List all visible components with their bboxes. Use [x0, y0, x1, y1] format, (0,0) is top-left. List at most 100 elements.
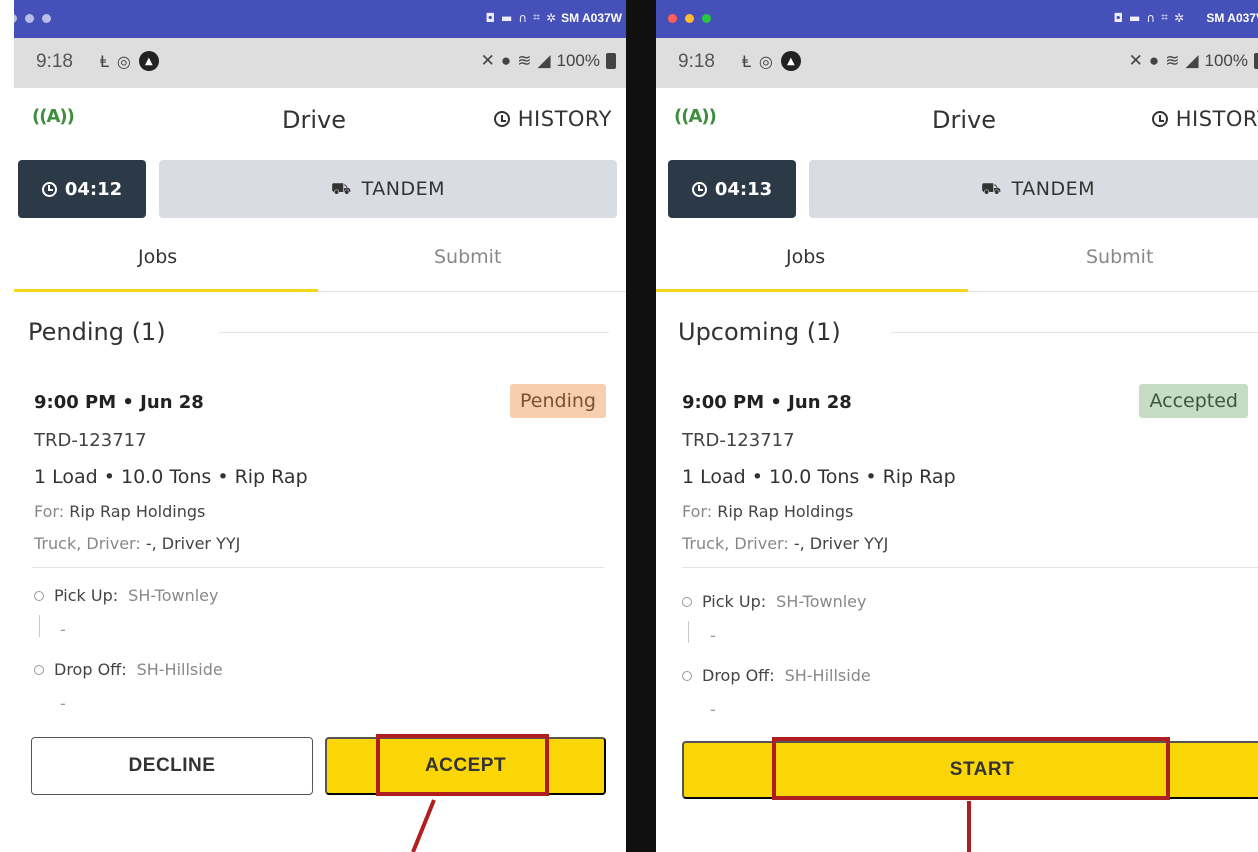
fullscreen-icon[interactable]: ⌗: [533, 10, 540, 25]
fullscreen-icon[interactable]: ⌗: [1161, 10, 1168, 25]
record-icon[interactable]: ▬: [501, 11, 512, 25]
job-time: 9:00 PM • Jun 28: [682, 392, 852, 413]
dropoff-detail: -: [60, 694, 66, 713]
route-connector: [39, 615, 40, 637]
window-dot[interactable]: [42, 14, 51, 23]
tab-bar: Jobs Submit: [14, 222, 626, 292]
tab-submit[interactable]: Submit: [1086, 246, 1153, 268]
window-controls: [668, 14, 711, 23]
timer-value: 04:13: [714, 178, 773, 200]
pickup-label: Pick Up:: [702, 592, 767, 611]
timer-value: 04:12: [64, 178, 123, 200]
truck-driver-value: -, Driver YYJ: [145, 534, 241, 553]
accept-highlight-box: [376, 734, 549, 796]
customer-value: Rip Rap Holdings: [717, 502, 854, 521]
active-tab-indicator: [656, 289, 968, 292]
customer-label: For:: [682, 502, 713, 521]
history-label: HISTORY: [1175, 107, 1258, 131]
camera-icon[interactable]: ◘: [486, 11, 496, 25]
job-summary: 1 Load • 10.0 Tons • Rip Rap: [682, 466, 956, 488]
pickup-detail: -: [710, 626, 716, 645]
job-divider: [32, 567, 604, 568]
window-maximize-dot[interactable]: [702, 14, 711, 23]
radio-antenna-icon[interactable]: ((A)): [674, 106, 717, 127]
mute-icon: ✕: [1128, 51, 1143, 70]
battery-icon: [606, 53, 616, 69]
android-status-bar: 9:18 Ⱡ ◎ ▲ ✕ ● ≋ ◢ 100%: [14, 38, 626, 88]
window-minimize-dot[interactable]: [685, 14, 694, 23]
dropoff-value: SH-Hillside: [136, 660, 223, 679]
pickup-stop: Pick Up: SH-Townley: [34, 586, 218, 605]
page-title: Drive: [932, 106, 996, 134]
right-phone-screen: ◘ ▬ ∩ ⌗ ✲ SM A037V 9:18 Ⱡ ◎ ▲ ✕ ● ≋ ◢ 10…: [656, 0, 1258, 852]
active-tab-indicator: [14, 289, 318, 292]
settings-icon[interactable]: ✲: [546, 11, 556, 25]
audio-icon[interactable]: ∩: [518, 11, 527, 25]
dropoff-detail: -: [710, 700, 716, 719]
status-system-icons: ✕ ● ≋ ◢ 100%: [1129, 51, 1258, 71]
camera-icon[interactable]: ◘: [1114, 11, 1124, 25]
dropoff-label: Drop Off:: [54, 660, 127, 679]
dropoff-stop: Drop Off: SH-Hillside: [34, 660, 223, 679]
status-badge: Pending: [510, 384, 606, 418]
radio-antenna-icon[interactable]: ((A)): [32, 106, 75, 127]
job-truck-driver: Truck, Driver: -, Driver YYJ: [34, 534, 240, 553]
tandem-button[interactable]: ⛟ TANDEM: [159, 160, 617, 218]
job-summary: 1 Load • 10.0 Tons • Rip Rap: [34, 466, 308, 488]
status-badge: Accepted: [1139, 384, 1248, 418]
battery-icon: [1254, 53, 1258, 69]
phone-activity-icon: Ⱡ: [742, 51, 751, 71]
status-time: 9:18: [36, 51, 73, 72]
customer-value: Rip Rap Holdings: [69, 502, 206, 521]
tandem-button[interactable]: ⛟ TANDEM: [809, 160, 1258, 218]
tab-bar: Jobs Submit: [656, 222, 1258, 292]
phone-activity-icon: Ⱡ: [100, 51, 109, 71]
app-notification-icon: ▲: [138, 51, 159, 71]
tab-jobs[interactable]: Jobs: [786, 246, 825, 268]
status-notification-icons: Ⱡ ◎ ▲: [742, 51, 801, 71]
emulator-toolbar: ◘ ▬ ∩ ⌗ ✲: [486, 10, 556, 25]
decline-button[interactable]: DECLINE: [31, 737, 313, 795]
job-customer: For: Rip Rap Holdings: [34, 502, 205, 521]
history-icon: [493, 111, 510, 127]
tab-jobs[interactable]: Jobs: [138, 246, 177, 268]
history-button[interactable]: HISTORY: [1151, 107, 1258, 131]
location-pin-icon: ●: [500, 51, 512, 70]
mute-icon: ✕: [480, 51, 495, 70]
customer-label: For:: [34, 502, 65, 521]
record-icon[interactable]: ▬: [1129, 11, 1140, 25]
timer-button[interactable]: 04:12: [18, 160, 146, 218]
history-label: HISTORY: [517, 107, 612, 131]
tab-submit[interactable]: Submit: [434, 246, 501, 268]
timer-button[interactable]: 04:13: [668, 160, 796, 218]
job-id: TRD-123717: [682, 430, 795, 451]
truck-driver-value: -, Driver YYJ: [793, 534, 889, 553]
pickup-value: SH-Townley: [128, 586, 219, 605]
window-close-dot[interactable]: [668, 14, 677, 23]
settings-icon[interactable]: ✲: [1174, 11, 1184, 25]
truck-driver-label: Truck, Driver:: [682, 534, 789, 553]
page-title: Drive: [282, 106, 346, 134]
history-button[interactable]: HISTORY: [493, 107, 612, 131]
audio-icon[interactable]: ∩: [1146, 11, 1155, 25]
pickup-label: Pick Up:: [54, 586, 119, 605]
truck-icon: ⛟: [980, 178, 1002, 198]
history-icon: [1151, 111, 1168, 127]
window-controls: [14, 14, 51, 23]
window-dot[interactable]: [25, 14, 34, 23]
section-divider: [891, 332, 1258, 333]
window-dot[interactable]: [14, 14, 17, 23]
truck-driver-label: Truck, Driver:: [34, 534, 141, 553]
tandem-label: TANDEM: [1011, 178, 1095, 200]
ring-icon: [34, 590, 44, 601]
location-icon: ◎: [758, 51, 773, 71]
device-label: SM A037V: [1206, 11, 1258, 25]
pickup-detail: -: [60, 620, 66, 639]
dropoff-label: Drop Off:: [702, 666, 775, 685]
route-connector: [688, 621, 689, 643]
device-label: SM A037W: [561, 11, 622, 25]
location-icon: ◎: [116, 51, 131, 71]
screen-divider: [626, 0, 656, 852]
job-truck-driver: Truck, Driver: -, Driver YYJ: [682, 534, 888, 553]
clock-icon: [691, 181, 707, 197]
